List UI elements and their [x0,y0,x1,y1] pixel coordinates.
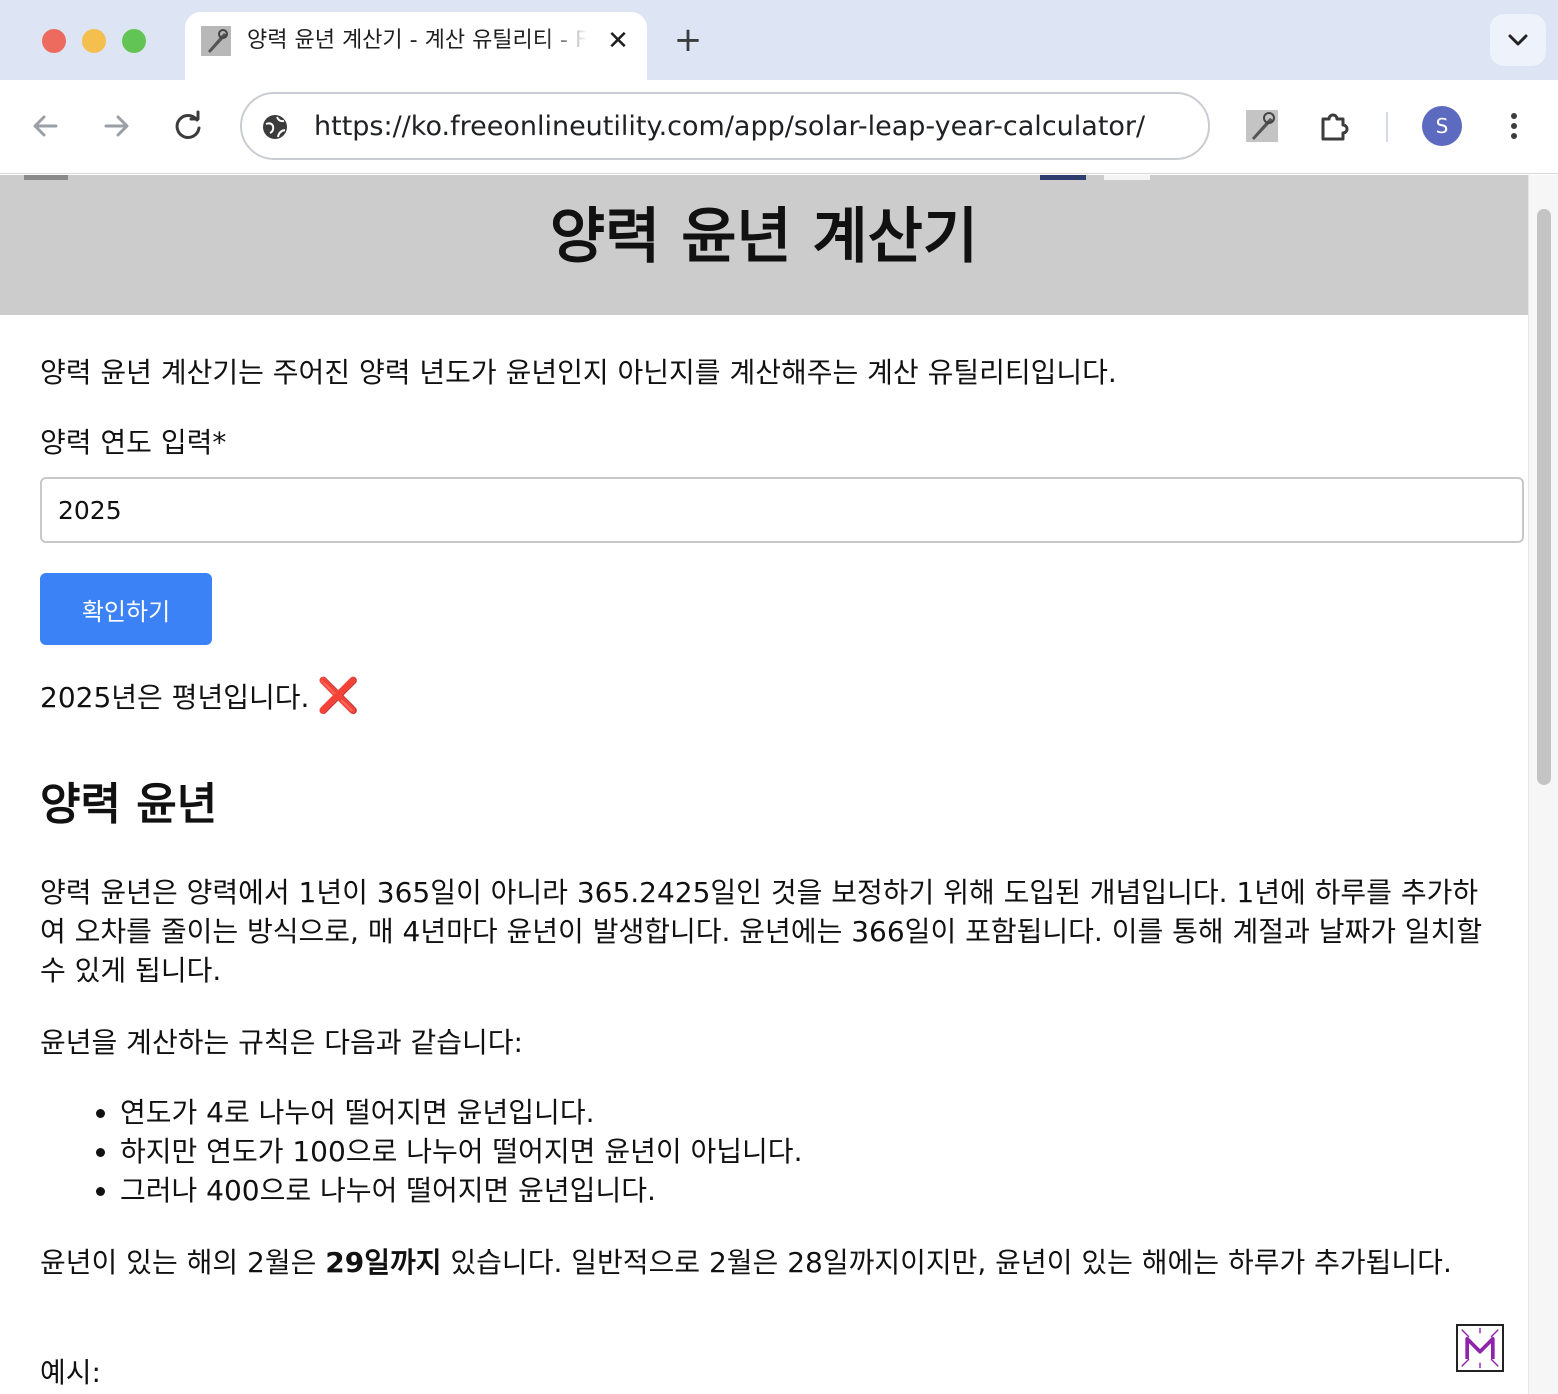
page-title: 양력 윤년 계산기 [549,202,979,272]
page-header: 양력 윤년 계산기 [0,175,1528,315]
maximize-window-button[interactable] [122,29,146,53]
february-note-start: 윤년이 있는 해의 2월은 [40,1246,326,1279]
tab-close-icon[interactable]: ✕ [603,26,633,56]
puzzle-icon[interactable] [1316,108,1352,144]
example-label: 예시: [40,1356,101,1389]
chevron-down-icon [1508,34,1528,46]
scrollbar-thumb[interactable] [1537,209,1551,785]
new-tab-button[interactable]: + [670,22,706,58]
february-note-end: 있습니다. 일반적으로 2월은 28일까지이지만, 윤년이 있는 해에는 하루가… [441,1246,1452,1279]
toolbar-separator [1386,112,1388,142]
rules-list: 연도가 4로 나누어 떨어지면 윤년입니다. 하지만 연도가 100으로 나누어… [120,1093,802,1210]
extension-wrench-icon[interactable] [1244,108,1280,144]
february-note: 윤년이 있는 해의 2월은 29일까지 있습니다. 일반적으로 2월은 28일까… [40,1243,1500,1282]
leap-year-description: 양력 윤년은 양력에서 1년이 365일이 아니라 365.2425일인 것을 … [40,876,1483,987]
tab-search-button[interactable] [1490,14,1546,66]
rules-intro: 윤년을 계산하는 규칙은 다음과 같습니다: [40,1026,523,1059]
url-text: https://ko.freeonlineutility.com/app/sol… [314,111,1146,142]
check-button[interactable]: 확인하기 [40,573,212,645]
list-item: 하지만 연도가 100으로 나누어 떨어지면 윤년이 아닙니다. [120,1132,802,1171]
result-text: 2025년은 평년입니다. ❌ [40,677,360,717]
address-bar[interactable]: https://ko.freeonlineutility.com/app/sol… [240,92,1210,160]
site-info-icon[interactable] [260,112,290,142]
page-scrollbar[interactable] [1528,175,1558,1394]
wrench-favicon-icon [201,26,231,56]
list-item: 연도가 4로 나누어 떨어지면 윤년입니다. [120,1093,802,1132]
browser-toolbar: https://ko.freeonlineutility.com/app/sol… [0,80,1558,174]
forward-arrow-icon[interactable] [94,104,138,148]
header-logo-fragment[interactable] [24,175,68,180]
result-message: 2025년은 평년입니다. [40,681,310,714]
kebab-menu-icon[interactable] [1496,108,1532,144]
web-page: 양력 윤년 계산기 양력 윤년 계산기는 주어진 양력 년도가 윤년인지 아닌지… [0,175,1528,1394]
header-image-fragment[interactable] [1104,175,1150,180]
close-window-button[interactable] [42,29,66,53]
tab-strip: 양력 윤년 계산기 - 계산 유틸리티 - FreeOnlineUtility … [0,0,1558,80]
back-arrow-icon[interactable] [24,104,68,148]
list-item: 그러나 400으로 나누어 떨어지면 윤년입니다. [120,1171,802,1210]
year-input[interactable] [40,477,1524,543]
profile-avatar[interactable]: S [1422,106,1462,146]
intro-text: 양력 윤년 계산기는 주어진 양력 년도가 윤년인지 아닌지를 계산해주는 계산… [40,356,1117,389]
reload-icon[interactable] [166,104,210,148]
section-title: 양력 윤년 [40,779,218,830]
tab-title: 양력 윤년 계산기 - 계산 유틸리티 - FreeOnlineUtility [247,28,587,53]
cross-mark-icon: ❌ [317,676,360,716]
m-logo-icon[interactable] [1456,1324,1504,1372]
active-tab[interactable]: 양력 윤년 계산기 - 계산 유틸리티 - FreeOnlineUtility … [185,12,647,80]
february-note-bold: 29일까지 [325,1246,442,1279]
year-input-label: 양력 연도 입력* [40,426,227,459]
header-image-fragment[interactable] [1040,175,1086,180]
minimize-window-button[interactable] [82,29,106,53]
